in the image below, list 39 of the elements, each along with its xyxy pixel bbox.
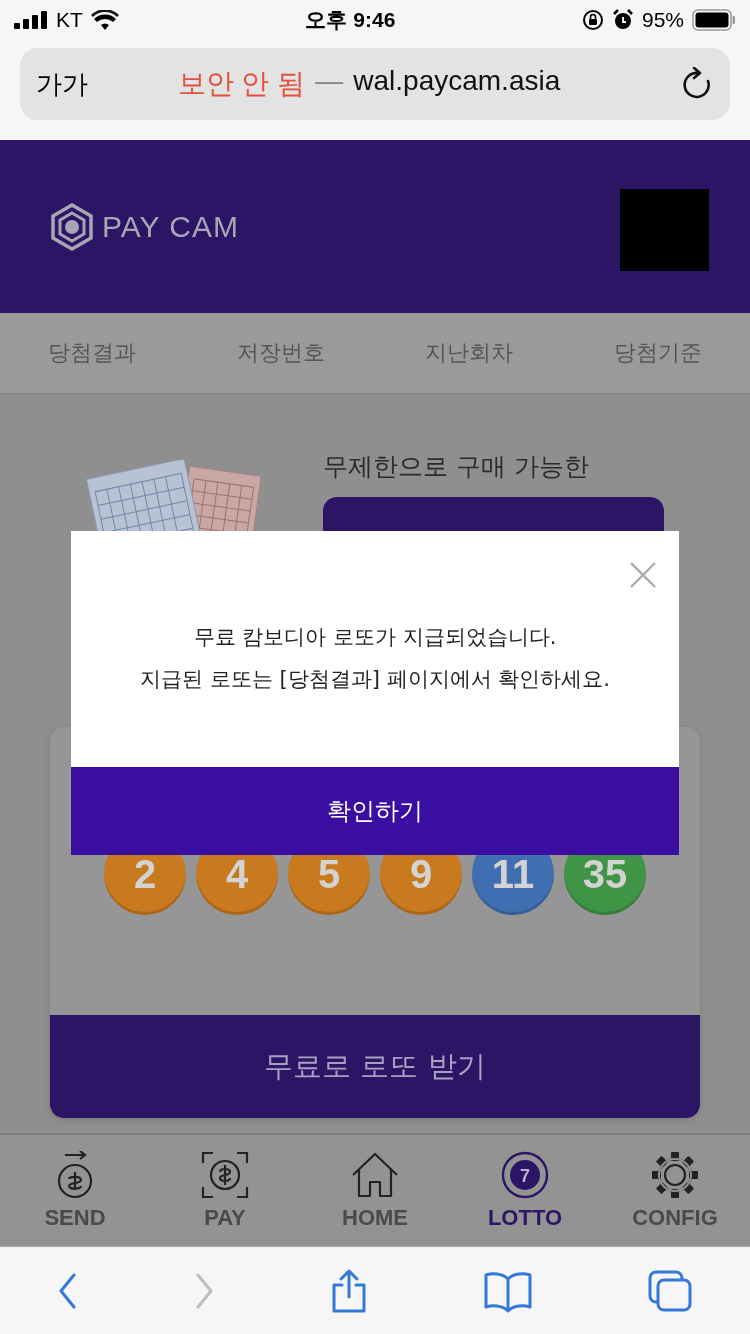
close-icon[interactable] bbox=[629, 561, 657, 589]
carrier-name: KT bbox=[56, 8, 83, 32]
text-size-button[interactable]: 가가 bbox=[36, 66, 126, 102]
clock-time: 오후 9:46 bbox=[305, 7, 396, 33]
free-lotto-button[interactable]: 무료로 로또 받기 bbox=[50, 1015, 700, 1118]
nav-tab[interactable]: 7 LOTTO bbox=[460, 1150, 590, 1231]
page-url: wal.paycam.asia bbox=[353, 65, 561, 98]
share-icon[interactable] bbox=[330, 1269, 368, 1313]
tab[interactable]: 지난회차 bbox=[425, 338, 514, 368]
promo-text: 무제한으로 구매 가능한 bbox=[323, 451, 590, 483]
lotto-ball-icon: 7 bbox=[501, 1150, 549, 1199]
logo-text: PAY CAM bbox=[102, 209, 240, 244]
dollar-scan-icon bbox=[201, 1150, 249, 1199]
dialog-message: 지급된 로또는 [당첨결과] 페이지에서 확인하세요. bbox=[140, 666, 610, 693]
nav-tab[interactable]: CONFIG bbox=[610, 1150, 740, 1231]
confirm-button[interactable]: 확인하기 bbox=[71, 767, 679, 855]
alarm-icon bbox=[611, 9, 634, 31]
dialog-message: 무료 캄보디아 로또가 지급되었습니다. bbox=[192, 624, 558, 651]
signal-icon bbox=[14, 11, 48, 29]
tab[interactable]: 당첨결과 bbox=[48, 338, 136, 368]
wifi-icon bbox=[90, 10, 119, 30]
nav-tab[interactable]: HOME bbox=[310, 1150, 440, 1231]
address-bar[interactable]: 가가 보안 안 됨 — wal.paycam.asia bbox=[20, 48, 730, 120]
nav-tab[interactable]: PAY bbox=[160, 1150, 290, 1231]
rotation-lock-icon bbox=[581, 9, 604, 31]
security-warning: 보안 안 됨 bbox=[177, 67, 306, 101]
battery-icon bbox=[692, 9, 736, 31]
back-icon[interactable] bbox=[58, 1273, 78, 1309]
hexagon-logo-icon bbox=[50, 202, 94, 251]
tab[interactable]: 저장번호 bbox=[236, 338, 325, 368]
tab[interactable]: 당첨기준 bbox=[613, 338, 702, 368]
book-icon[interactable] bbox=[484, 1269, 532, 1313]
separator-dash: — bbox=[315, 65, 344, 98]
nav-tab[interactable]: SEND bbox=[10, 1150, 140, 1231]
battery-percent: 95% bbox=[641, 8, 684, 32]
settings-icon bbox=[651, 1150, 699, 1199]
home-icon bbox=[351, 1150, 399, 1199]
tabs-icon[interactable] bbox=[648, 1270, 692, 1312]
send-money-icon bbox=[55, 1150, 95, 1199]
